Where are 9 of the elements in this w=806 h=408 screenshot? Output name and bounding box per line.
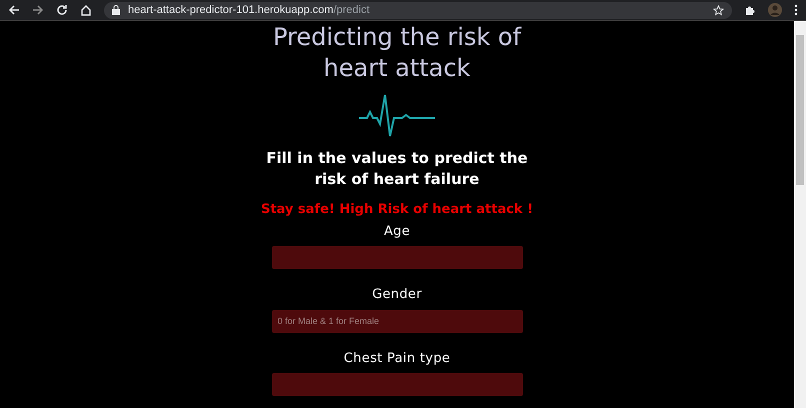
address-bar[interactable]: heart-attack-predictor-101.herokuapp.com/predict — [104, 2, 732, 18]
field-label: Chest Pain type — [344, 350, 450, 368]
url-text: heart-attack-predictor-101.herokuapp.com/predict — [128, 2, 370, 18]
input-field[interactable]: 0 for Male & 1 for Female — [272, 310, 522, 332]
field-label: Age — [384, 222, 410, 240]
page-title: Predicting the risk of heart attack — [272, 22, 522, 84]
field-label: Gender — [372, 286, 422, 304]
form-heading: Fill in the values to predict the risk of heart failure — [265, 148, 529, 190]
prediction-result: Stay safe! High Risk of heart attack ! — [260, 201, 534, 219]
